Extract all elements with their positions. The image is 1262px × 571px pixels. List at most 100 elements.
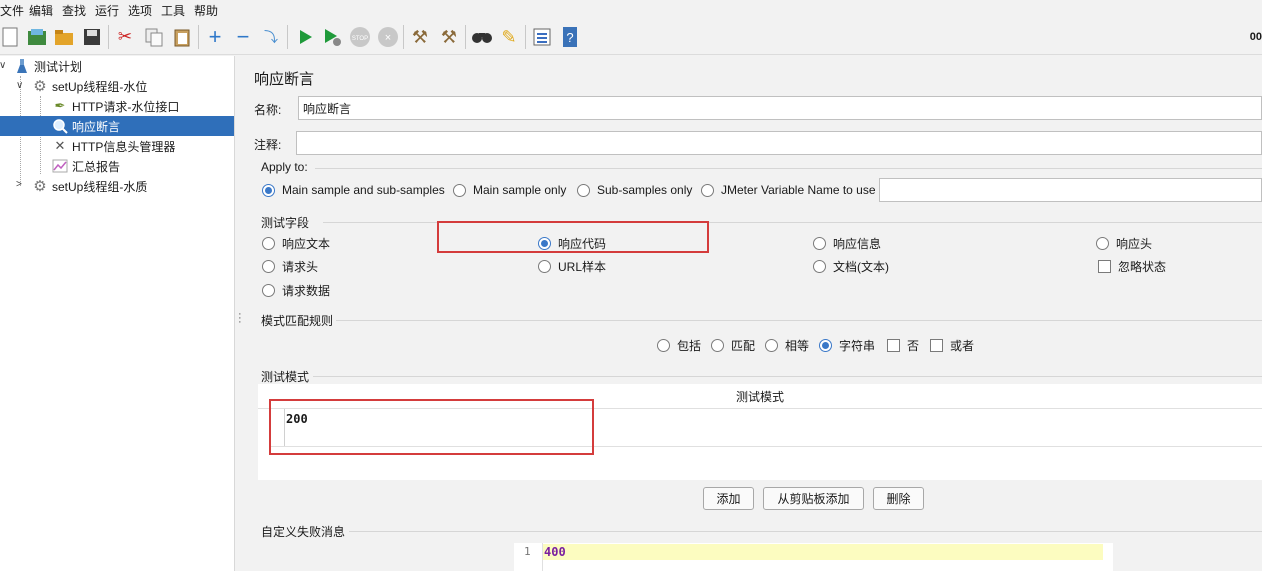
option-label: 字符串: [839, 339, 876, 353]
menu-edit[interactable]: 编辑: [29, 2, 53, 19]
help-icon[interactable]: ?: [558, 25, 582, 49]
svg-text:×: ×: [385, 32, 391, 44]
tree-item-label: setUp线程组-水质: [52, 179, 148, 194]
toggle-icon[interactable]: ⤵: [259, 25, 283, 49]
option-label: Main sample and sub-samples: [282, 183, 445, 197]
radio-icon: [813, 260, 826, 273]
stop-icon[interactable]: STOP: [348, 25, 372, 49]
shutdown-icon[interactable]: ×: [376, 25, 400, 49]
field-request-data-radio[interactable]: 请求数据: [262, 282, 330, 299]
apply-sub-only-radio[interactable]: Sub-samples only: [577, 183, 692, 197]
radio-icon: [538, 260, 551, 273]
menu-run[interactable]: 运行: [95, 2, 119, 19]
apply-main-only-radio[interactable]: Main sample only: [453, 183, 566, 197]
response-assertion-panel: 响应断言 名称: 响应断言 注释: Apply to: Main sample …: [243, 56, 1262, 571]
tree-item-response-assertion[interactable]: 响应断言: [0, 116, 234, 136]
checkbox-icon: [1098, 260, 1111, 273]
paste-icon[interactable]: [170, 25, 194, 49]
menu-file[interactable]: 文件: [0, 2, 24, 19]
comment-label: 注释:: [254, 138, 282, 152]
field-response-headers-radio[interactable]: 响应头: [1096, 235, 1152, 252]
elapsed-counter: 00: [1249, 31, 1262, 43]
radio-icon: [577, 183, 590, 197]
tree-item-thread-group-quality[interactable]: ⚙ setUp线程组-水质: [32, 176, 232, 196]
add-button[interactable]: 添加: [703, 487, 754, 510]
field-url-radio[interactable]: URL样本: [538, 258, 606, 275]
menu-search[interactable]: 查找: [62, 2, 86, 19]
cut-icon[interactable]: ✂: [113, 25, 137, 49]
rule-contains-radio[interactable]: 包括: [657, 337, 701, 354]
apply-main-and-sub-radio[interactable]: Main sample and sub-samples: [262, 183, 445, 197]
tools-icon: ✕: [54, 138, 66, 153]
rule-matches-radio[interactable]: 匹配: [711, 337, 755, 354]
rule-equals-radio[interactable]: 相等: [765, 337, 809, 354]
ignore-status-checkbox[interactable]: 忽略状态: [1098, 258, 1166, 275]
field-response-message-radio[interactable]: 响应信息: [813, 235, 881, 252]
collapse-arrow-icon[interactable]: ∨: [0, 60, 6, 71]
test-plan-tree: ∨ 测试计划 ∨ ⚙ setUp线程组-水位 ✒ HTTP请求-水位接口 响应断…: [0, 56, 234, 571]
search-icon[interactable]: [470, 25, 494, 49]
failure-message-editor[interactable]: 1 400: [514, 543, 1113, 571]
tree-item-label: 测试计划: [34, 59, 83, 74]
menu-bar: 文件 编辑 查找 运行 选项 工具 帮助: [0, 0, 1262, 19]
checkbox-icon: [887, 339, 900, 352]
tree-item-test-plan[interactable]: 测试计划: [14, 56, 214, 76]
variable-name-field[interactable]: [879, 178, 1262, 202]
add-from-clipboard-button[interactable]: 从剪贴板添加: [763, 487, 864, 510]
expand-icon[interactable]: +: [203, 24, 227, 49]
tree-item-header-manager[interactable]: ✕ HTTP信息头管理器: [52, 136, 232, 156]
patterns-title: 测试模式: [261, 370, 310, 384]
open-icon[interactable]: [52, 25, 76, 49]
start-no-pause-icon[interactable]: [320, 25, 344, 49]
option-label: 否: [907, 339, 920, 353]
expand-arrow-icon[interactable]: >: [16, 179, 22, 190]
menu-help[interactable]: 帮助: [194, 2, 218, 19]
collapse-arrow-icon[interactable]: ∨: [16, 80, 23, 91]
templates-icon[interactable]: [25, 25, 49, 49]
field-document-radio[interactable]: 文档(文本): [813, 258, 889, 275]
radio-icon: [711, 339, 724, 352]
tree-item-label: HTTP信息头管理器: [72, 139, 176, 154]
tree-item-thread-group-level[interactable]: ⚙ setUp线程组-水位: [32, 76, 232, 96]
copy-icon[interactable]: [142, 25, 166, 49]
comment-field[interactable]: [296, 131, 1262, 155]
delete-button[interactable]: 删除: [873, 487, 924, 510]
menu-tools[interactable]: 工具: [161, 2, 185, 19]
rule-substring-radio[interactable]: 字符串: [819, 337, 875, 354]
gear-icon: ⚙: [33, 78, 47, 95]
start-icon[interactable]: [293, 25, 317, 49]
failure-message-title: 自定义失败消息: [261, 525, 346, 539]
tree-item-label: HTTP请求-水位接口: [72, 99, 180, 114]
clear-all-icon[interactable]: ⚒: [437, 25, 461, 49]
menu-options[interactable]: 选项: [128, 2, 152, 19]
clear-icon[interactable]: ⚒: [408, 25, 432, 49]
pane-splitter[interactable]: · · ·: [234, 56, 243, 571]
new-icon[interactable]: [0, 25, 22, 49]
tree-item-label: setUp线程组-水位: [52, 79, 148, 94]
field-response-text-radio[interactable]: 响应文本: [262, 235, 330, 252]
test-field-title: 测试字段: [261, 216, 310, 230]
field-request-headers-radio[interactable]: 请求头: [262, 258, 318, 275]
apply-variable-radio[interactable]: JMeter Variable Name to use: [701, 183, 876, 197]
save-icon[interactable]: [80, 25, 104, 49]
option-label: 包括: [677, 339, 702, 353]
radio-icon: [813, 237, 826, 250]
radio-icon: [1096, 237, 1109, 250]
reset-search-icon[interactable]: ✎: [497, 25, 521, 49]
tree-item-http-request[interactable]: ✒ HTTP请求-水位接口: [52, 96, 232, 116]
radio-icon: [701, 183, 714, 197]
option-label: 相等: [785, 339, 810, 353]
panel-title: 响应断言: [254, 71, 315, 88]
name-label: 名称:: [254, 103, 282, 117]
option-label: Main sample only: [473, 183, 567, 197]
tree-item-summary-report[interactable]: 汇总报告: [52, 156, 232, 176]
rule-or-checkbox[interactable]: 或者: [930, 337, 974, 354]
rule-not-checkbox[interactable]: 否: [887, 337, 919, 354]
failure-message-value[interactable]: 400: [544, 545, 566, 559]
function-helper-icon[interactable]: [530, 25, 554, 49]
option-label: JMeter Variable Name to use: [721, 183, 876, 197]
radio-icon: [262, 237, 275, 250]
collapse-icon[interactable]: −: [231, 24, 255, 49]
name-field[interactable]: 响应断言: [298, 96, 1262, 120]
radio-icon: [453, 183, 466, 197]
